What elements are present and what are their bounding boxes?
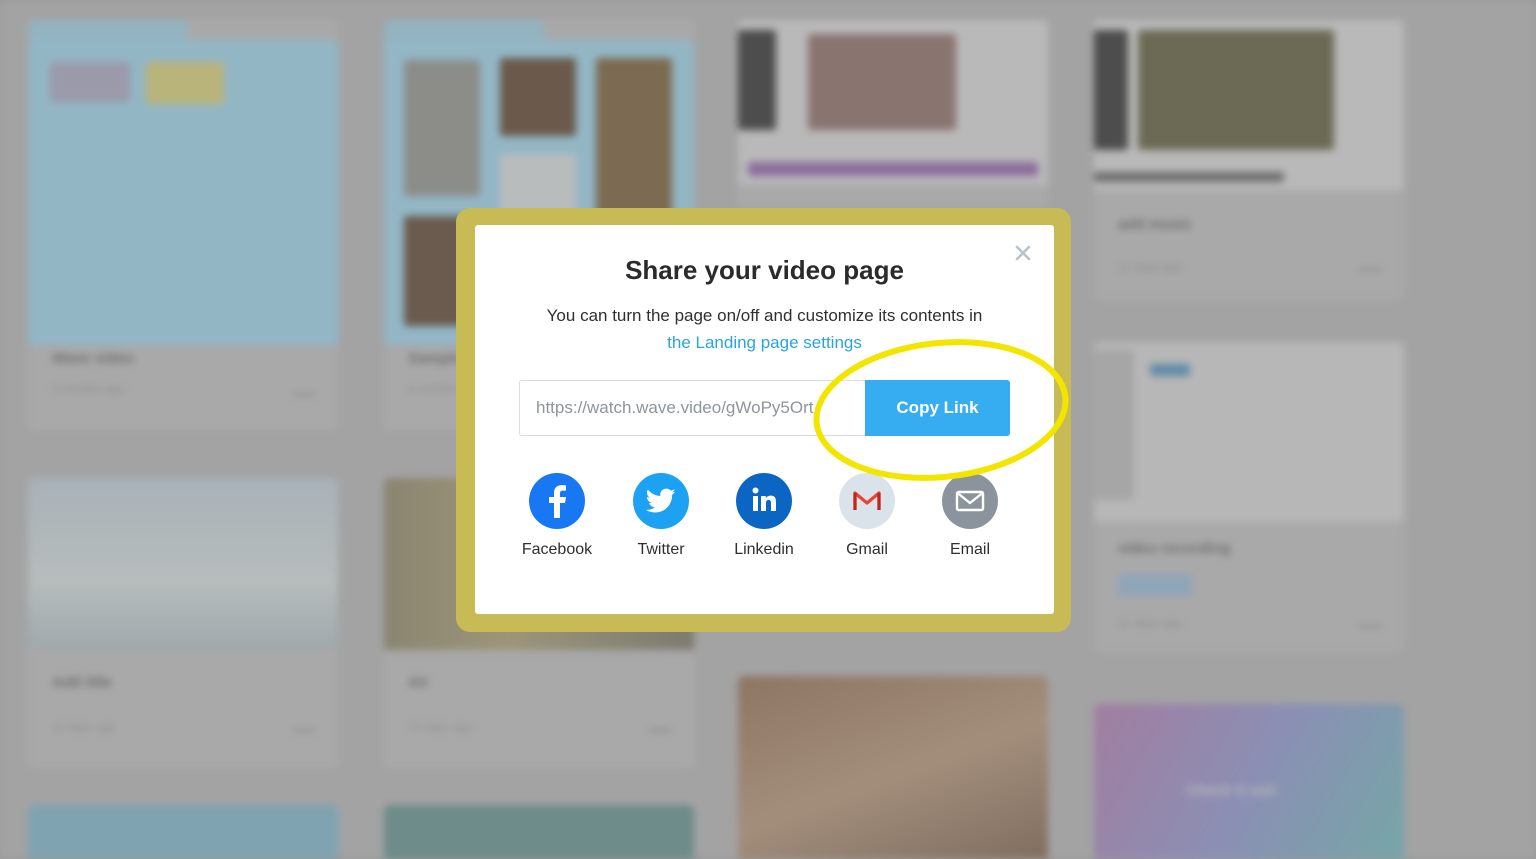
card-title: add music xyxy=(1118,216,1193,233)
card-title: video recording xyxy=(1118,540,1231,557)
card-title: Air xyxy=(408,674,429,691)
twitter-icon xyxy=(633,473,689,529)
card-meta: 11 days ago xyxy=(52,720,117,734)
video-card-add-music: add music 11 days ago xyxy=(1094,20,1404,300)
share-gmail-button[interactable]: Gmail xyxy=(819,473,915,559)
facebook-icon xyxy=(529,473,585,529)
card-title: Sample xyxy=(408,350,462,367)
card-title: Add title xyxy=(52,674,112,691)
dialog-title: Share your video page xyxy=(625,255,904,285)
linkedin-icon xyxy=(736,473,792,529)
card-meta: 6 months ago xyxy=(52,382,125,396)
share-label-facebook: Facebook xyxy=(521,541,593,558)
share-facebook-button[interactable]: Facebook xyxy=(509,473,605,559)
description-text: You can turn the page on/off and customi… xyxy=(546,306,983,325)
share-twitter-button[interactable]: Twitter xyxy=(613,473,709,559)
share-video-page-dialog: Share your video page You can turn the p… xyxy=(475,225,1054,614)
video-card-video-recording: video recording 11 days ago xyxy=(1094,342,1404,652)
gmail-icon xyxy=(839,473,895,529)
landing-page-settings-link[interactable]: the Landing page settings xyxy=(667,333,862,352)
card-meta: 11 days ago xyxy=(408,720,473,734)
share-link-input[interactable] xyxy=(519,380,865,436)
copy-link-button[interactable]: Copy Link xyxy=(865,380,1010,436)
email-icon xyxy=(942,473,998,529)
folder-card-wave-video: Wave video 6 months ago xyxy=(28,20,338,430)
card-title: Check it out! xyxy=(1186,782,1277,799)
card-title: Wave video xyxy=(52,350,134,367)
share-options: Facebook Twitter Linkedin Gmail Email xyxy=(515,473,1035,563)
share-linkedin-button[interactable]: Linkedin xyxy=(716,473,812,559)
share-label-linkedin: Linkedin xyxy=(734,541,794,558)
card-meta: 11 days ago xyxy=(1118,616,1183,630)
share-email-button[interactable]: Email xyxy=(922,473,1018,559)
card-meta: 11 days ago xyxy=(1118,260,1183,274)
share-label-gmail: Gmail xyxy=(846,541,888,558)
share-label-twitter: Twitter xyxy=(637,541,685,558)
share-link-row: Copy Link xyxy=(519,380,1010,436)
video-card-add-title: Add title 11 days ago xyxy=(28,478,338,768)
share-label-email: Email xyxy=(949,541,990,558)
dialog-description: You can turn the page on/off and customi… xyxy=(505,302,1024,356)
